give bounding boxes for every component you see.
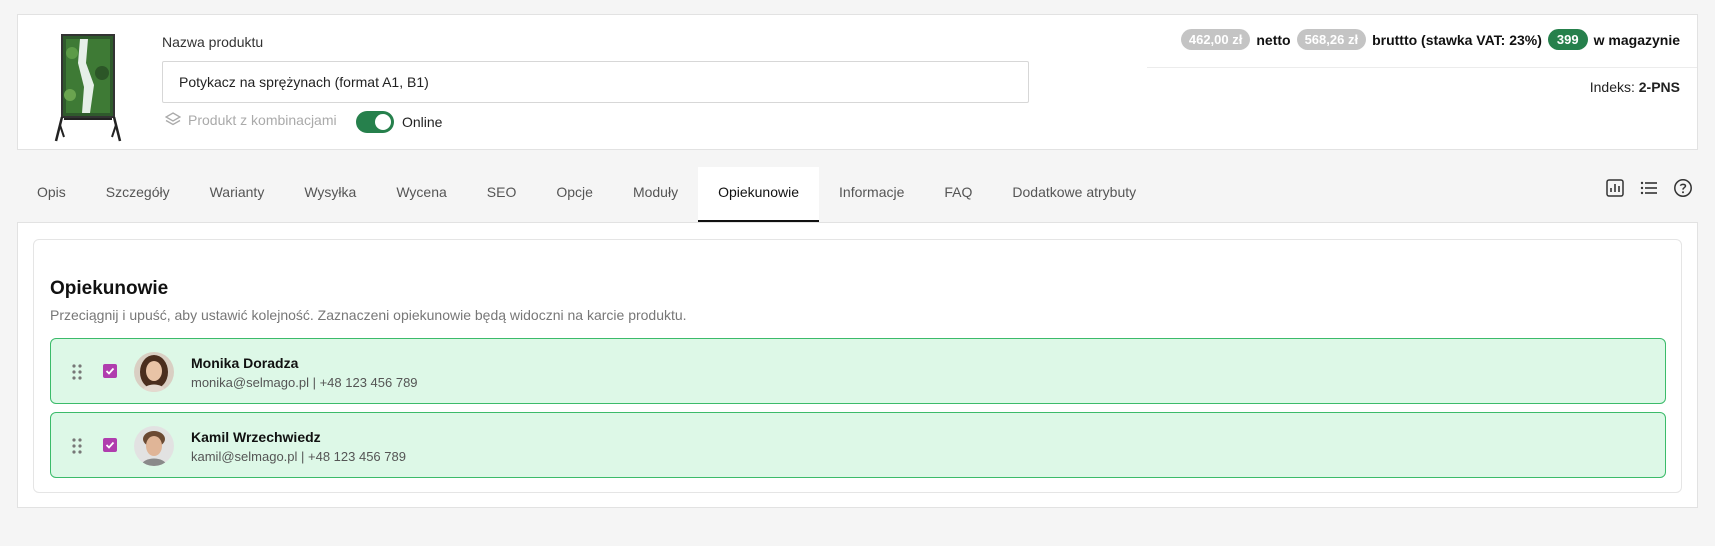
caretaker-name: Monika Doradza xyxy=(191,355,299,371)
product-name-input[interactable] xyxy=(162,61,1029,103)
caretaker-name: Kamil Wrzechwiedz xyxy=(191,429,321,445)
caretakers-panel: Opiekunowie Przeciągnij i upuść, aby ust… xyxy=(33,239,1682,493)
drag-handle-icon[interactable] xyxy=(71,363,83,381)
index-value: 2-PNS xyxy=(1638,79,1680,95)
tab-moduly[interactable]: Moduły xyxy=(613,167,698,223)
gross-price-badge: 568,26 zł xyxy=(1296,29,1367,50)
divider xyxy=(1147,67,1697,68)
net-price-badge: 462,00 zł xyxy=(1180,29,1251,50)
check-icon xyxy=(105,441,115,449)
tab-szczegoly[interactable]: Szczegóły xyxy=(86,167,190,223)
tab-wysylka[interactable]: Wysyłka xyxy=(284,167,376,223)
online-toggle[interactable] xyxy=(356,111,394,133)
product-thumbnail xyxy=(50,33,130,145)
product-name-label: Nazwa produktu xyxy=(162,34,264,50)
section-title: Opiekunowie xyxy=(50,278,169,299)
tab-dodatkowe-atrybuty[interactable]: Dodatkowe atrybuty xyxy=(992,167,1156,223)
net-label: netto xyxy=(1256,31,1291,48)
tab-opcje[interactable]: Opcje xyxy=(536,167,613,223)
product-index: Indeks: 2-PNS xyxy=(1590,79,1680,95)
caretaker-checkbox[interactable] xyxy=(103,364,117,378)
caretaker-checkbox[interactable] xyxy=(103,438,117,452)
layers-icon xyxy=(165,112,181,126)
avatar xyxy=(134,426,174,466)
stock-label: w magazynie xyxy=(1593,31,1680,48)
index-label: Indeks: xyxy=(1589,79,1635,95)
drag-handle-icon[interactable] xyxy=(71,437,83,455)
toolbar xyxy=(1605,178,1693,198)
tab-seo[interactable]: SEO xyxy=(467,167,537,223)
avatar xyxy=(134,352,174,392)
list-icon[interactable] xyxy=(1639,178,1659,198)
tab-wycena[interactable]: Wycena xyxy=(376,167,466,223)
price-summary: 462,00 zł netto 568,26 zł bruttto (stawk… xyxy=(1180,29,1680,50)
caretaker-contact: monika@selmago.pl | +48 123 456 789 xyxy=(191,375,418,390)
tab-content: Opiekunowie Przeciągnij i upuść, aby ust… xyxy=(17,222,1698,508)
check-icon xyxy=(105,367,115,375)
caretaker-row[interactable]: Monika Doradza monika@selmago.pl | +48 1… xyxy=(50,338,1666,404)
chart-icon[interactable] xyxy=(1605,178,1625,198)
combinations-label: Produkt z kombinacjami xyxy=(188,112,337,128)
help-icon[interactable] xyxy=(1673,178,1693,198)
tab-opis[interactable]: Opis xyxy=(17,167,86,223)
tab-warianty[interactable]: Warianty xyxy=(190,167,285,223)
caretaker-row[interactable]: Kamil Wrzechwiedz kamil@selmago.pl | +48… xyxy=(50,412,1666,478)
stock-badge: 399 xyxy=(1547,29,1588,50)
combinations-toggle[interactable]: Produkt z kombinacjami xyxy=(165,112,337,128)
tab-bar: Opis Szczegóły Warianty Wysyłka Wycena S… xyxy=(17,167,1156,223)
tab-faq[interactable]: FAQ xyxy=(924,167,992,223)
section-description: Przeciągnij i upuść, aby ustawić kolejno… xyxy=(50,307,687,323)
tab-opiekunowie[interactable]: Opiekunowie xyxy=(698,167,820,223)
caretaker-contact: kamil@selmago.pl | +48 123 456 789 xyxy=(191,449,406,464)
product-header: Nazwa produktu Produkt z kombinacjami On… xyxy=(17,14,1698,150)
gross-label: bruttto (stawka VAT: 23%) xyxy=(1372,31,1542,48)
tab-informacje[interactable]: Informacje xyxy=(819,167,924,223)
online-label: Online xyxy=(402,114,443,130)
online-switch-wrap: Online xyxy=(356,111,442,133)
